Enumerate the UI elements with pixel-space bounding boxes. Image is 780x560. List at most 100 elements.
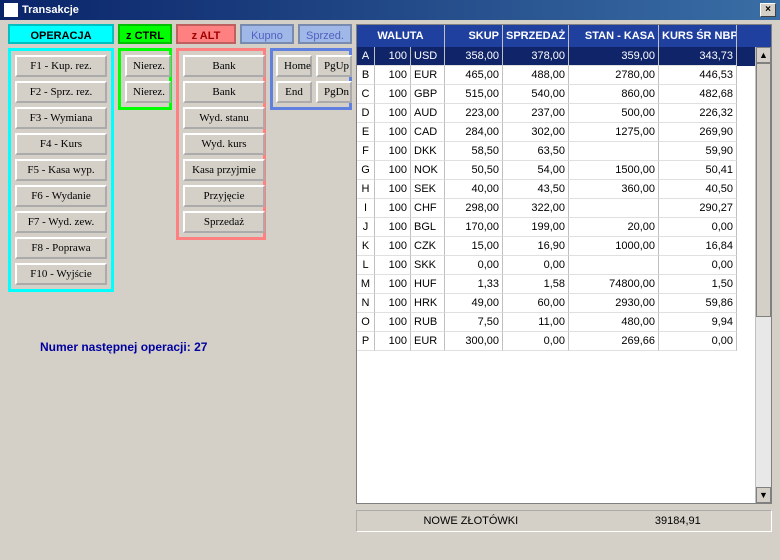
- cell: 100: [375, 199, 411, 218]
- cell: 40,50: [659, 180, 737, 199]
- btn-f8-poprawa[interactable]: F8 - Poprawa: [15, 237, 107, 259]
- cell: H: [357, 180, 375, 199]
- table-row[interactable]: H100SEK40,0043,50360,0040,50: [357, 180, 771, 199]
- cell: DKK: [411, 142, 445, 161]
- cell: D: [357, 104, 375, 123]
- col-sprzedaz[interactable]: SPRZEDAŻ: [503, 25, 569, 47]
- btn-pgdn[interactable]: PgDn: [316, 81, 352, 103]
- cell: E: [357, 123, 375, 142]
- header-alt: z ALT: [176, 24, 236, 44]
- cell: 860,00: [569, 85, 659, 104]
- btn-alt-sprzedaz[interactable]: Sprzedaż: [183, 211, 265, 233]
- table-row[interactable]: L100SKK0,000,000,00: [357, 256, 771, 275]
- col-stan-kasa[interactable]: STAN - KASA: [569, 25, 659, 47]
- scroll-thumb[interactable]: [756, 63, 771, 317]
- btn-f4-kurs[interactable]: F4 - Kurs: [15, 133, 107, 155]
- cell: HUF: [411, 275, 445, 294]
- btn-ctrl-nierez-2[interactable]: Nierez.: [125, 81, 171, 103]
- cell: 170,00: [445, 218, 503, 237]
- cell: 20,00: [569, 218, 659, 237]
- btn-f6-wydanie[interactable]: F6 - Wydanie: [15, 185, 107, 207]
- btn-ctrl-nierez-1[interactable]: Nierez.: [125, 55, 171, 77]
- table-row[interactable]: M100HUF1,331,5874800,001,50: [357, 275, 771, 294]
- cell: 7,50: [445, 313, 503, 332]
- table-row[interactable]: B100EUR465,00488,002780,00446,53: [357, 66, 771, 85]
- btn-pgup[interactable]: PgUp: [316, 55, 352, 77]
- cell: A: [357, 47, 375, 66]
- cell: 0,00: [659, 332, 737, 351]
- cell: GBP: [411, 85, 445, 104]
- cell: 1,50: [659, 275, 737, 294]
- panel-operacja: F1 - Kup. rez. F2 - Sprz. rez. F3 - Wymi…: [8, 48, 114, 292]
- cell: 100: [375, 218, 411, 237]
- cell: RUB: [411, 313, 445, 332]
- cell: CAD: [411, 123, 445, 142]
- cell: P: [357, 332, 375, 351]
- cell: 1500,00: [569, 161, 659, 180]
- table-row[interactable]: D100AUD223,00237,00500,00226,32: [357, 104, 771, 123]
- cell: 100: [375, 161, 411, 180]
- cell: 100: [375, 294, 411, 313]
- col-kurs-nbp[interactable]: KURS ŚR NBP: [659, 25, 737, 47]
- header-kupno[interactable]: Kupno: [240, 24, 294, 44]
- scroll-track[interactable]: [756, 63, 771, 487]
- table-row[interactable]: O100RUB7,5011,00480,009,94: [357, 313, 771, 332]
- cell: 100: [375, 180, 411, 199]
- btn-f7-wyd-zew[interactable]: F7 - Wyd. zew.: [15, 211, 107, 233]
- table-row[interactable]: G100NOK50,5054,001500,0050,41: [357, 161, 771, 180]
- scroll-down-icon[interactable]: ▼: [756, 487, 771, 503]
- cell: 2930,00: [569, 294, 659, 313]
- btn-f10-wyjscie[interactable]: F10 - Wyjście: [15, 263, 107, 285]
- cell: 15,00: [445, 237, 503, 256]
- btn-end[interactable]: End: [276, 81, 312, 103]
- btn-alt-wyd-kurs[interactable]: Wyd. kurs: [183, 133, 265, 155]
- cell: 237,00: [503, 104, 569, 123]
- col-waluta[interactable]: WALUTA: [357, 25, 445, 47]
- btn-alt-przyjecie[interactable]: Przyjęcie: [183, 185, 265, 207]
- app-icon: [4, 3, 18, 17]
- cell: 59,90: [659, 142, 737, 161]
- header-sprzed[interactable]: Sprzed.: [298, 24, 352, 44]
- cell: 290,27: [659, 199, 737, 218]
- cell: 540,00: [503, 85, 569, 104]
- close-button[interactable]: ×: [760, 3, 776, 17]
- vertical-scrollbar[interactable]: ▲ ▼: [755, 47, 771, 503]
- cell: 0,00: [503, 256, 569, 275]
- btn-alt-bank-1[interactable]: Bank: [183, 55, 265, 77]
- table-header: WALUTA SKUP SPRZEDAŻ STAN - KASA KURS ŚR…: [357, 25, 771, 47]
- cell: CZK: [411, 237, 445, 256]
- table-row[interactable]: J100BGL170,00199,0020,000,00: [357, 218, 771, 237]
- cell: HRK: [411, 294, 445, 313]
- cell: 482,68: [659, 85, 737, 104]
- btn-f1-kup-rez[interactable]: F1 - Kup. rez.: [15, 55, 107, 77]
- table-row[interactable]: P100EUR300,000,00269,660,00: [357, 332, 771, 351]
- table-row[interactable]: C100GBP515,00540,00860,00482,68: [357, 85, 771, 104]
- btn-alt-kasa-przyjmie[interactable]: Kasa przyjmie: [183, 159, 265, 181]
- cell: 58,50: [445, 142, 503, 161]
- table-row[interactable]: N100HRK49,0060,002930,0059,86: [357, 294, 771, 313]
- cell: 60,00: [503, 294, 569, 313]
- col-skup[interactable]: SKUP: [445, 25, 503, 47]
- btn-f2-sprz-rez[interactable]: F2 - Sprz. rez.: [15, 81, 107, 103]
- table-row[interactable]: F100DKK58,5063,5059,90: [357, 142, 771, 161]
- btn-alt-bank-2[interactable]: Bank: [183, 81, 265, 103]
- btn-f5-kasa-wyp[interactable]: F5 - Kasa wyp.: [15, 159, 107, 181]
- cell: 74800,00: [569, 275, 659, 294]
- table-row[interactable]: I100CHF298,00322,00290,27: [357, 199, 771, 218]
- table-row[interactable]: A100USD358,00378,00359,00343,73: [357, 47, 771, 66]
- btn-f3-wymiana[interactable]: F3 - Wymiana: [15, 107, 107, 129]
- cell: 300,00: [445, 332, 503, 351]
- panel-nav: Home PgUp End PgDn: [270, 48, 352, 110]
- cell: 488,00: [503, 66, 569, 85]
- cell: 284,00: [445, 123, 503, 142]
- table-row[interactable]: K100CZK15,0016,901000,0016,84: [357, 237, 771, 256]
- header-operacja: OPERACJA: [8, 24, 114, 44]
- table-row[interactable]: E100CAD284,00302,001275,00269,90: [357, 123, 771, 142]
- client-area: OPERACJA z CTRL z ALT Kupno Sprzed. F1 -…: [0, 20, 780, 560]
- btn-alt-wyd-stanu[interactable]: Wyd. stanu: [183, 107, 265, 129]
- cell: 1,58: [503, 275, 569, 294]
- btn-home[interactable]: Home: [276, 55, 312, 77]
- scroll-up-icon[interactable]: ▲: [756, 47, 771, 63]
- cell: BGL: [411, 218, 445, 237]
- cell: 223,00: [445, 104, 503, 123]
